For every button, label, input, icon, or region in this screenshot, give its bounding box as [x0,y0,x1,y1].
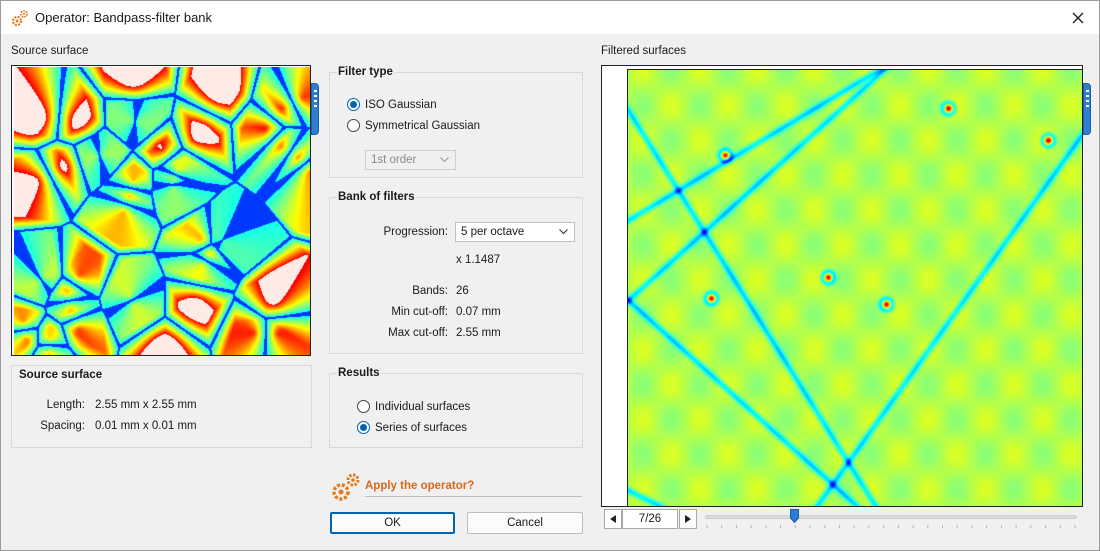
surface-slider-track[interactable] [705,515,1077,519]
filter-type-group: Filter type ISO Gaussian Symmetrical Gau… [329,66,583,178]
radio-dot [357,421,370,434]
spacing-value: 0.01 mm x 0.01 mm [95,420,197,432]
filtered-surface-canvas [627,69,1082,506]
radio-label: Symmetrical Gaussian [365,119,481,132]
bands-label: Bands: [412,285,448,297]
progression-select[interactable]: 5 per octave [455,222,575,242]
bands-value: 26 [456,285,469,297]
max-cutoff-value: 2.55 mm [456,327,501,339]
radio-series-of-surfaces[interactable]: Series of surfaces [357,421,467,434]
source-surface-image [11,65,311,356]
length-label: Length: [46,399,85,411]
apply-operator-label: Apply the operator? [365,480,475,492]
source-surface-canvas [14,67,310,355]
previous-surface-button[interactable] [604,509,622,529]
chevron-down-icon [440,157,449,163]
results-group: Results Individual surfaces Series of su… [329,367,583,448]
surface-slider-thumb[interactable] [790,509,800,523]
triangle-right-icon [685,515,691,523]
chevron-down-icon [559,229,568,235]
close-icon [1072,12,1084,24]
order-select[interactable]: 1st order [365,150,456,170]
length-value: 2.55 mm x 2.55 mm [95,399,197,411]
source-surface-label: Source surface [11,45,89,57]
bank-of-filters-title: Bank of filters [337,191,416,203]
progression-select-value: 5 per octave [461,226,525,238]
filtered-surface-frame [601,65,1083,507]
gears-icon [332,473,360,501]
title-bar: Operator: Bandpass-filter bank [1,1,1099,34]
source-info-group: Source surface Length: 2.55 mm x 2.55 mm… [11,365,312,448]
source-side-tab[interactable] [311,83,319,135]
max-cutoff-label: Max cut-off: [388,327,448,339]
apply-divider [365,496,582,497]
cancel-button[interactable]: Cancel [467,512,583,534]
close-button[interactable] [1067,7,1089,29]
radio-label: Series of surfaces [375,421,468,434]
surface-index-field[interactable]: 7/26 [622,509,678,529]
surface-slider-ticks [706,525,1076,528]
radio-individual-surfaces[interactable]: Individual surfaces [357,400,470,413]
window-title: Operator: Bandpass-filter bank [35,10,213,25]
source-info-title: Source surface [19,369,103,381]
filtered-surfaces-label: Filtered surfaces [601,45,687,57]
spacing-label: Spacing: [40,420,85,432]
filtered-side-tab[interactable] [1083,83,1091,135]
radio-iso-gaussian[interactable]: ISO Gaussian [347,98,437,111]
radio-dot [347,119,360,132]
bank-of-filters-group: Bank of filters Progression: 5 per octav… [329,191,583,354]
triangle-left-icon [610,515,616,523]
min-cutoff-label: Min cut-off: [391,306,448,318]
gears-icon [11,10,28,27]
radio-label: Individual surfaces [375,400,471,413]
ratio-text: x 1.1487 [456,254,501,266]
min-cutoff-value: 0.07 mm [456,306,501,318]
progression-label: Progression: [383,226,448,238]
radio-dot [347,98,360,111]
radio-dot [357,400,370,413]
ok-button[interactable]: OK [330,512,455,534]
order-select-value: 1st order [371,154,417,166]
dialog-window: Operator: Bandpass-filter bank Source su… [0,0,1100,551]
results-title: Results [337,367,381,379]
radio-symmetrical-gaussian[interactable]: Symmetrical Gaussian [347,119,480,132]
next-surface-button[interactable] [679,509,697,529]
radio-label: ISO Gaussian [365,98,437,111]
filter-type-title: Filter type [337,66,394,78]
